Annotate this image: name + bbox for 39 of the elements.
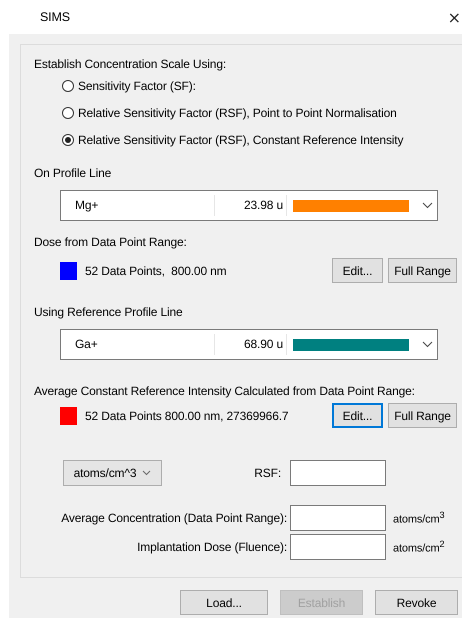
section-label: On Profile Line	[34, 165, 112, 181]
window-title: SIMS	[40, 10, 70, 24]
field-label: Implantation Dose (Fluence):	[137, 540, 287, 554]
profile-dropdown[interactable]: Ga+ 68.90 u	[60, 329, 438, 360]
profile-name: Mg+	[61, 195, 215, 216]
radio-button[interactable]	[62, 134, 74, 146]
load-button[interactable]: Load...	[180, 590, 268, 615]
unit-label: atoms/cm$^{2}$	[393, 539, 444, 555]
full-range-button[interactable]: Full Range	[388, 403, 457, 428]
chevron-icon	[422, 202, 433, 209]
section-label: Dose from Data Point Range:	[34, 234, 188, 250]
radio-button[interactable]	[62, 80, 74, 92]
section-label: Using Reference Profile Line	[34, 304, 184, 320]
unit-dropdown[interactable]: atoms/cm^3	[63, 460, 162, 486]
section-label: Establish Concentration Scale Using:	[34, 56, 228, 72]
full-range-button[interactable]: Full Range	[388, 258, 457, 283]
edit-button[interactable]: Edit...	[332, 258, 383, 283]
revoke-button[interactable]: Revoke	[375, 590, 458, 615]
chevron-icon	[142, 470, 152, 476]
unit-label: atoms/cm$^{3}$	[393, 510, 444, 526]
section-label: Average Constant Reference Intensity Calculated from Data Point Range:	[34, 383, 416, 399]
profile-mass: 23.98 u	[215, 195, 287, 216]
field-label: RSF:	[254, 466, 281, 480]
input-field[interactable]	[290, 505, 386, 531]
rsf-field[interactable]	[290, 460, 386, 486]
radio-label[interactable]: Relative Sensitivity Factor (RSF), Constant Reference Intensity	[78, 132, 404, 146]
radio-button[interactable]	[62, 106, 74, 118]
close-button[interactable]: ×	[448, 8, 461, 27]
radio-label[interactable]: Sensitivity Factor (SF):	[78, 78, 196, 92]
profile-name: Ga+	[61, 334, 215, 355]
radio-label[interactable]: Relative Sensitivity Factor (RSF), Point to Point Normalisation	[78, 106, 397, 120]
range-info: 52 Data Points, 800.00 nm	[85, 264, 227, 278]
input-field[interactable]	[290, 534, 386, 560]
range-info: 52 Data Points 800.00 nm, 27369966.7	[85, 408, 288, 422]
chevron-icon	[422, 341, 433, 348]
profile-dropdown[interactable]: Mg+ 23.98 u	[60, 190, 438, 221]
profile-mass: 68.90 u	[215, 334, 287, 355]
field-label: Average Concentration (Data Point Range):	[61, 511, 287, 525]
edit-button[interactable]: Edit...	[332, 403, 383, 428]
